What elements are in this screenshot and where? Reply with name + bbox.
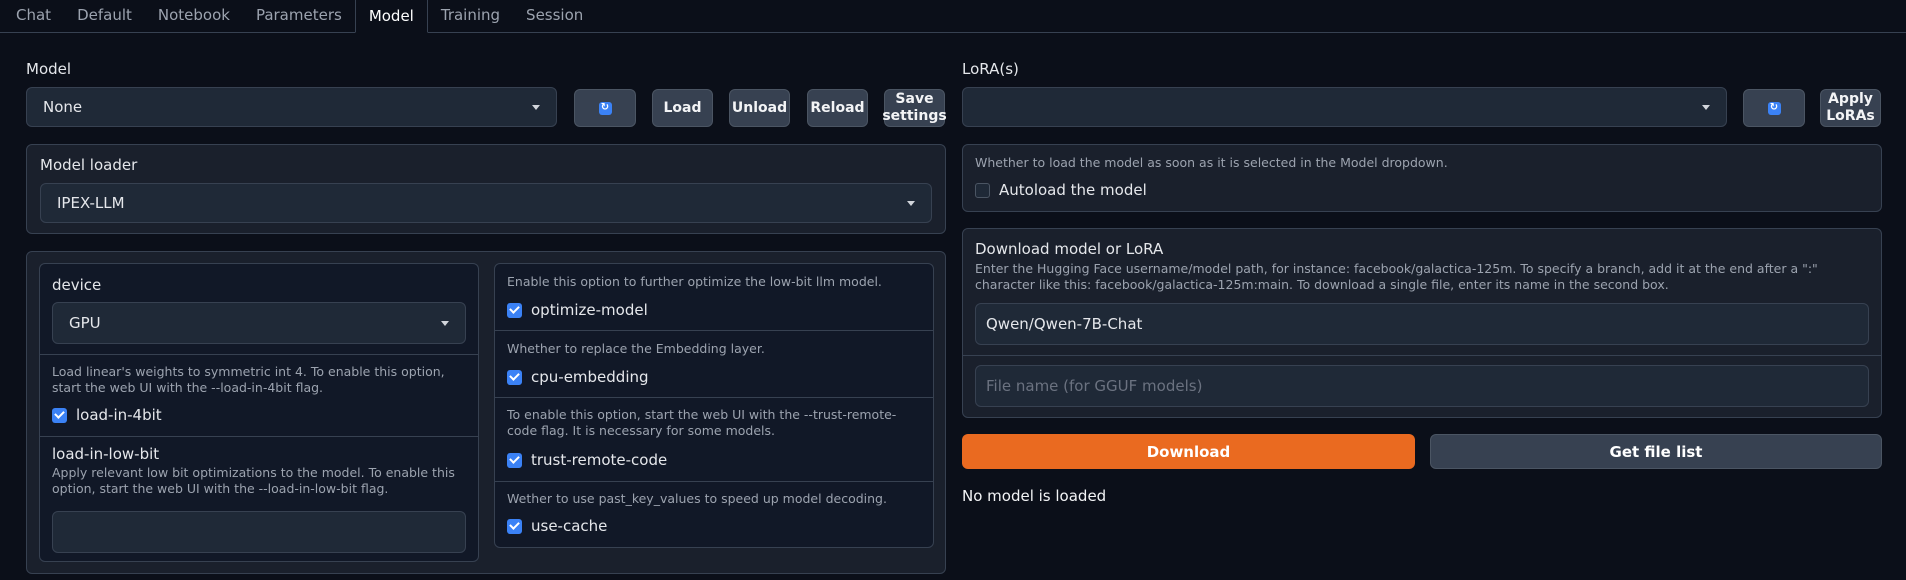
- refresh-icon: ↻: [598, 101, 612, 115]
- trust-remote-code-checkbox-row[interactable]: trust-remote-code: [507, 451, 667, 469]
- model-dropdown-value: None: [43, 98, 83, 116]
- optimize-model-label: optimize-model: [531, 301, 648, 319]
- loader-options-panel: device GPU Load linear's weights to symm…: [26, 251, 946, 574]
- chevron-down-icon: [532, 104, 540, 110]
- load-in-4bit-checkbox[interactable]: [52, 407, 67, 423]
- load-button[interactable]: Load: [652, 89, 713, 127]
- load-in-low-bit-label: load-in-low-bit: [52, 445, 160, 463]
- cpu-embedding-checkbox-row[interactable]: cpu-embedding: [507, 368, 649, 386]
- device-dropdown[interactable]: GPU: [52, 302, 466, 344]
- filename-placeholder: File name (for GGUF models): [986, 377, 1203, 395]
- apply-loras-button[interactable]: Apply LoRAs: [1820, 89, 1881, 127]
- autoload-label: Autoload the model: [999, 181, 1147, 199]
- device-value: GPU: [69, 314, 101, 332]
- tab-default[interactable]: Default: [64, 0, 145, 32]
- use-cache-checkbox[interactable]: [507, 518, 522, 534]
- chevron-down-icon: [441, 320, 449, 326]
- autoload-checkbox-row[interactable]: Autoload the model: [975, 181, 1147, 199]
- download-panel: Download model or LoRA Enter the Hugging…: [962, 228, 1882, 418]
- use-cache-info: Wether to use past_key_values to speed u…: [507, 491, 887, 506]
- cpu-embedding-label: cpu-embedding: [531, 368, 649, 386]
- trust-remote-code-info: To enable this option, start the web UI …: [507, 407, 897, 438]
- load-in-4bit-label: load-in-4bit: [76, 406, 162, 424]
- use-cache-checkbox-row[interactable]: use-cache: [507, 517, 607, 535]
- cpu-embedding-info: Whether to replace the Embedding layer.: [507, 341, 765, 356]
- tab-chat[interactable]: Chat: [3, 0, 64, 32]
- divider: [495, 481, 933, 482]
- lora-label: LoRA(s): [962, 60, 1019, 78]
- load-in-low-bit-info: Apply relevant low bit optimizations to …: [52, 465, 455, 496]
- use-cache-label: use-cache: [531, 517, 608, 535]
- trust-remote-code-checkbox[interactable]: [507, 452, 522, 468]
- filename-input[interactable]: File name (for GGUF models): [975, 365, 1869, 407]
- divider: [40, 436, 478, 437]
- tab-parameters[interactable]: Parameters: [243, 0, 355, 32]
- device-label: device: [52, 276, 102, 294]
- autoload-info: Whether to load the model as soon as it …: [975, 155, 1448, 170]
- download-info: Enter the Hugging Face username/model pa…: [975, 261, 1818, 292]
- autoload-checkbox[interactable]: [975, 182, 990, 198]
- model-loader-panel: Model loader IPEX-LLM: [26, 144, 946, 234]
- reload-button[interactable]: Reload: [807, 89, 868, 127]
- model-refresh-button[interactable]: ↻: [574, 89, 636, 127]
- download-button[interactable]: Download: [962, 434, 1415, 469]
- tab-model[interactable]: Model: [354, 0, 428, 33]
- model-path-input[interactable]: Qwen/Qwen-7B-Chat: [975, 303, 1869, 345]
- load-in-low-bit-input[interactable]: [52, 511, 466, 553]
- divider: [495, 397, 933, 398]
- download-title: Download model or LoRA: [975, 240, 1164, 258]
- model-loader-dropdown[interactable]: IPEX-LLM: [40, 183, 932, 223]
- model-dropdown[interactable]: None: [26, 87, 557, 127]
- cpu-embedding-checkbox[interactable]: [507, 369, 522, 385]
- model-status-text: No model is loaded: [962, 487, 1107, 505]
- refresh-icon: ↻: [1767, 101, 1781, 115]
- tab-training[interactable]: Training: [428, 0, 513, 32]
- left-options-column: device GPU Load linear's weights to symm…: [39, 263, 479, 562]
- tab-bar: Chat Default Notebook Parameters Model T…: [0, 0, 1906, 33]
- model-label: Model: [26, 60, 72, 78]
- divider: [40, 354, 478, 355]
- lora-refresh-button[interactable]: ↻: [1743, 89, 1805, 127]
- tab-notebook[interactable]: Notebook: [145, 0, 243, 32]
- model-loader-value: IPEX-LLM: [57, 194, 125, 212]
- unload-button[interactable]: Unload: [729, 89, 790, 127]
- save-settings-button[interactable]: Save settings: [882, 89, 947, 127]
- load-in-4bit-checkbox-row[interactable]: load-in-4bit: [52, 406, 162, 424]
- trust-remote-code-label: trust-remote-code: [531, 451, 668, 469]
- tab-session[interactable]: Session: [513, 0, 596, 32]
- optimize-model-checkbox-row[interactable]: optimize-model: [507, 301, 648, 319]
- model-loader-label: Model loader: [40, 156, 138, 174]
- lora-dropdown[interactable]: [962, 87, 1727, 127]
- optimize-model-info: Enable this option to further optimize t…: [507, 274, 882, 289]
- chevron-down-icon: [907, 200, 915, 206]
- autoload-panel: Whether to load the model as soon as it …: [962, 144, 1882, 212]
- get-file-list-button[interactable]: Get file list: [1430, 434, 1882, 469]
- optimize-model-checkbox[interactable]: [507, 302, 522, 318]
- divider: [963, 355, 1881, 356]
- load-in-4bit-info: Load linear's weights to symmetric int 4…: [52, 364, 445, 395]
- right-options-column: Enable this option to further optimize t…: [494, 263, 934, 548]
- divider: [495, 330, 933, 331]
- chevron-down-icon: [1702, 104, 1710, 110]
